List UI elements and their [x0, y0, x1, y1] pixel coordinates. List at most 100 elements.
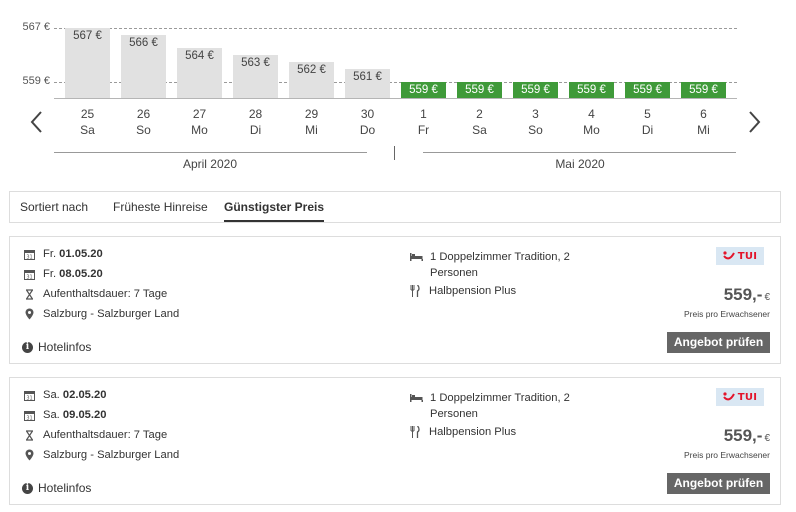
duration-text: Aufenthaltsdauer: 7 Tage	[43, 288, 168, 300]
return-weekday: Fr.	[43, 268, 57, 280]
offer-card: 31 Fr. 01.05.20 31 Fr. 08.05.20 Aufentha…	[9, 236, 781, 364]
sort-bar: Sortiert nach Früheste Hinreise Günstigs…	[9, 191, 781, 223]
price-bar[interactable]: 564 €	[177, 48, 222, 98]
weekday: Mi	[697, 123, 710, 137]
day-number: 30	[360, 107, 375, 121]
check-offer-button[interactable]: Angebot prüfen	[667, 473, 770, 494]
day-number: 26	[136, 107, 151, 121]
departure-date: 01.05.20	[59, 248, 103, 260]
reference-line-high	[54, 28, 737, 29]
operator-logo: TUI	[716, 388, 764, 406]
price-bar-label: 566 €	[129, 36, 158, 49]
hotelinfo-link[interactable]: i Hotelinfos	[22, 481, 91, 495]
price-currency: €	[764, 292, 770, 303]
offer-card: 31 Sa. 02.05.20 31 Sa. 09.05.20 Aufentha…	[9, 377, 781, 505]
price-bar-label: 562 €	[297, 63, 326, 76]
day-label[interactable]: 3 So	[508, 106, 564, 138]
day-number: 1	[420, 107, 427, 121]
operator-logo-text: TUI	[737, 391, 758, 403]
price-bar[interactable]: 559 €	[681, 82, 726, 98]
room-text: 1 Doppelzimmer Tradition, 2 Personen	[430, 251, 570, 279]
price-bar-label: 563 €	[241, 57, 270, 69]
price-amount: 559,-	[723, 426, 763, 445]
chevron-right-icon	[749, 111, 761, 133]
svg-text:31: 31	[26, 415, 32, 421]
calendar-icon: 31	[24, 269, 35, 280]
day-label[interactable]: 5 Di	[620, 106, 676, 138]
price-note: Preis pro Erwachsener	[684, 450, 770, 460]
weekday: So	[136, 123, 151, 137]
price-bar[interactable]: 559 €	[513, 82, 558, 98]
day-label[interactable]: 26 So	[116, 106, 172, 138]
day-label[interactable]: 27 Mo	[172, 106, 228, 138]
price-note: Preis pro Erwachsener	[684, 309, 770, 319]
chevron-left-icon	[30, 111, 42, 133]
price-bar[interactable]: 563 €	[233, 55, 278, 98]
day-number: 29	[304, 107, 319, 121]
price-bar-label: 559 €	[465, 84, 494, 96]
departure-weekday: Sa.	[43, 389, 60, 401]
day-label[interactable]: 25 Sa	[60, 106, 116, 138]
weekday: Do	[359, 123, 376, 137]
day-label[interactable]: 29 Mi	[284, 106, 340, 138]
operator-logo: TUI	[716, 247, 764, 265]
weekday: Di	[641, 123, 654, 137]
day-number: 3	[532, 107, 539, 121]
return-row: 31 Fr. 08.05.20	[24, 268, 103, 280]
hourglass-icon	[26, 288, 33, 300]
price-bar-label: 559 €	[633, 84, 662, 96]
svg-text:31: 31	[26, 254, 32, 260]
price-bar[interactable]: 559 €	[457, 82, 502, 98]
calendar-icon: 31	[24, 410, 35, 421]
hotelinfo-link[interactable]: i Hotelinfos	[22, 340, 91, 354]
price-bar[interactable]: 566 €	[121, 34, 166, 98]
price-bar[interactable]: 559 €	[625, 82, 670, 98]
next-dates-button[interactable]	[744, 108, 764, 136]
region-text: Salzburg - Salzburger Land	[43, 449, 180, 461]
hourglass-icon	[26, 429, 33, 441]
day-number: 5	[644, 107, 651, 121]
info-icon: i	[22, 341, 33, 353]
cutlery-icon	[410, 285, 420, 297]
month-label-mai: Mai 2020	[555, 157, 605, 171]
sort-option-earliest[interactable]: Früheste Hinreise	[113, 200, 208, 214]
prev-dates-button[interactable]	[27, 108, 47, 136]
region-row: Salzburg - Salzburger Land	[24, 308, 179, 320]
price-bar[interactable]: 559 €	[401, 82, 446, 98]
calendar-icon: 31	[24, 390, 35, 401]
price-bar[interactable]: 562 €	[289, 61, 334, 98]
region-text: Salzburg - Salzburger Land	[43, 308, 180, 320]
chart-baseline	[54, 98, 737, 99]
hotelinfo-label: Hotelinfos	[38, 481, 92, 495]
departure-date: 02.05.20	[62, 389, 107, 401]
board-info: Halbpension Plus	[410, 285, 516, 297]
check-offer-button[interactable]: Angebot prüfen	[667, 332, 770, 353]
weekday: Fr	[417, 123, 430, 137]
day-number: 4	[588, 107, 595, 121]
operator-logo-text: TUI	[737, 250, 758, 262]
day-label[interactable]: 4 Mo	[564, 106, 620, 138]
return-row: 31 Sa. 09.05.20	[24, 409, 106, 421]
price-bar-label: 561 €	[353, 70, 382, 83]
price-bar-label: 559 €	[521, 84, 550, 96]
price-bar[interactable]: 561 €	[345, 68, 390, 98]
room-info: 1 Doppelzimmer Tradition, 2 Personen	[410, 390, 580, 422]
day-number: 28	[248, 107, 263, 121]
departure-row: 31 Sa. 02.05.20	[24, 389, 106, 401]
day-label[interactable]: 1 Fr	[396, 106, 452, 138]
location-pin-icon	[25, 308, 34, 320]
day-label[interactable]: 28 Di	[228, 106, 284, 138]
price-calendar: 567 € 559 € 567 €566 €564 €563 €562 €561…	[0, 0, 796, 180]
price: 559,- €	[724, 426, 770, 446]
day-label[interactable]: 6 Mi	[676, 106, 732, 138]
bed-icon	[410, 394, 423, 402]
price-bar[interactable]: 567 €	[65, 28, 110, 98]
sort-option-cheapest[interactable]: Günstigster Preis	[224, 200, 325, 222]
day-number: 27	[192, 107, 207, 121]
price-bar[interactable]: 559 €	[569, 82, 614, 98]
day-number: 25	[80, 107, 95, 121]
day-label[interactable]: 30 Do	[340, 106, 396, 138]
board-info: Halbpension Plus	[410, 426, 516, 438]
departure-weekday: Fr.	[43, 248, 57, 260]
day-label[interactable]: 2 Sa	[452, 106, 508, 138]
